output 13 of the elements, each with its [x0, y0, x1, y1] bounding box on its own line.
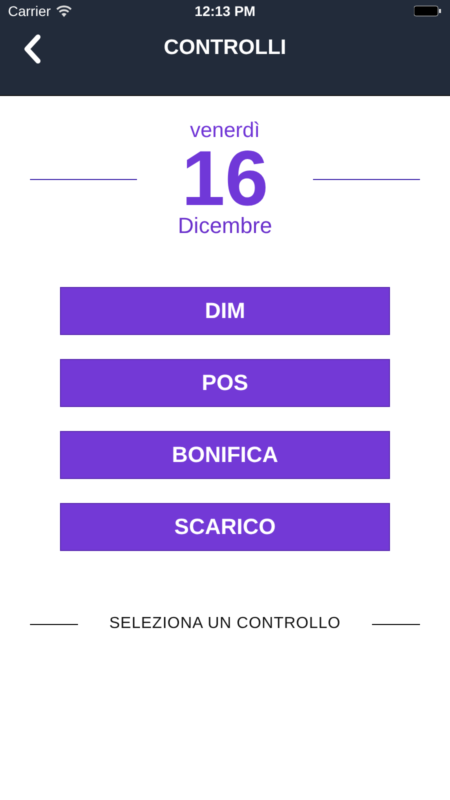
control-button[interactable]: SCARICO	[60, 503, 390, 551]
status-time: 12:13 PM	[194, 3, 256, 19]
screen-title: CONTROLLI	[164, 36, 286, 60]
month-label: Dicembre	[178, 213, 272, 239]
wifi-icon	[56, 5, 72, 17]
control-button[interactable]: POS	[60, 359, 390, 407]
weekday-label: venerdì	[190, 119, 260, 143]
control-button[interactable]: BONIFICA	[60, 431, 390, 479]
battery-icon	[414, 5, 442, 17]
instruction-label: SELEZIONA UN CONTROLLO	[109, 615, 341, 633]
carrier-label: Carrier	[8, 3, 51, 19]
control-button[interactable]: DIM	[60, 287, 390, 335]
day-number: 16	[182, 143, 268, 213]
